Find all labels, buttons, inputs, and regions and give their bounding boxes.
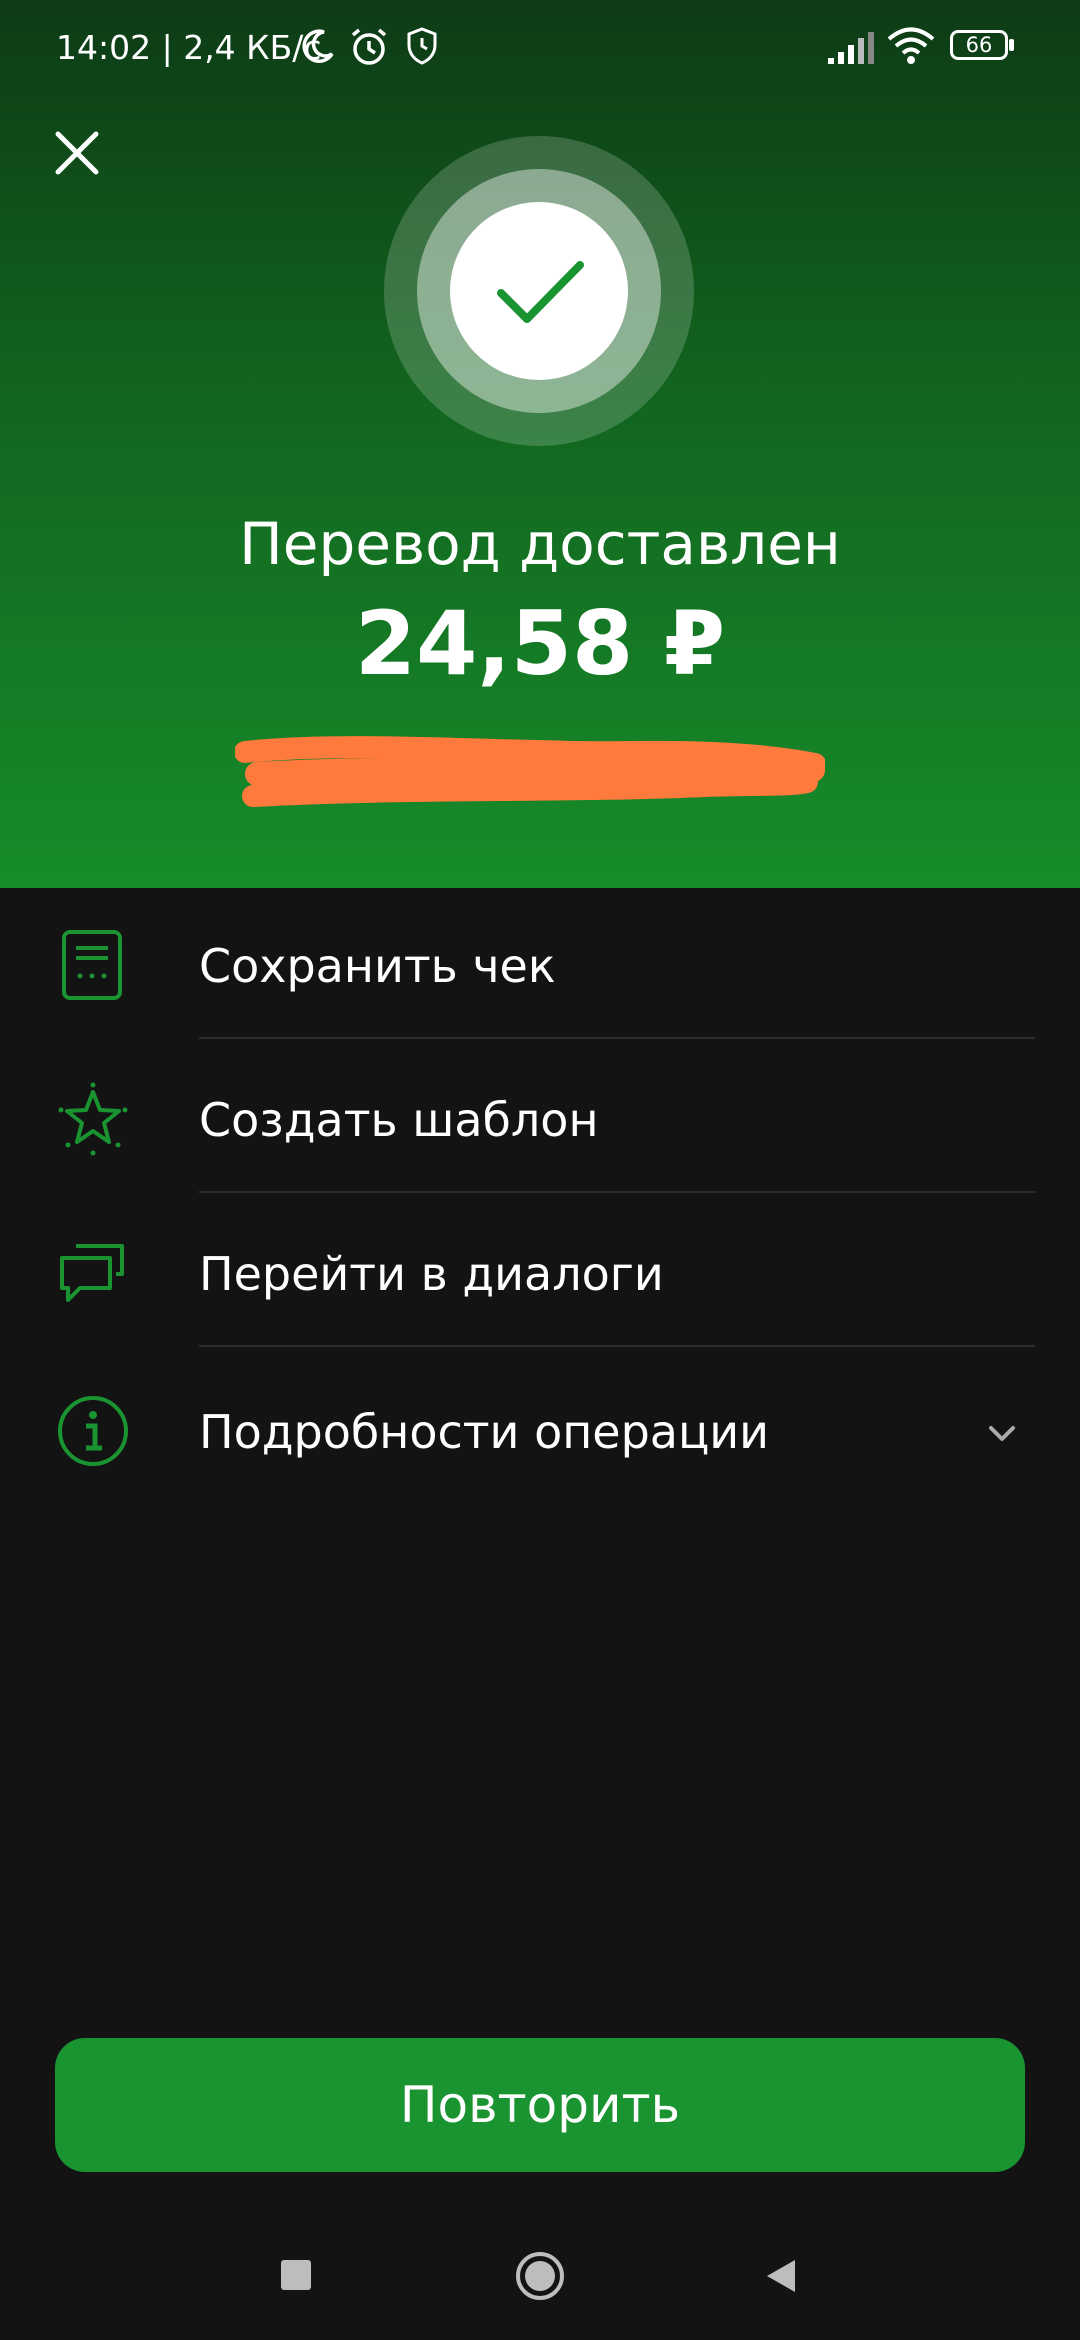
- operation-details-action[interactable]: Подробности операции: [0, 1354, 1080, 1508]
- star-icon: [58, 1082, 128, 1156]
- wifi-icon: [887, 27, 935, 64]
- create-template-label: Создать шаблон: [199, 1093, 599, 1147]
- go-to-dialogs-action[interactable]: Перейти в диалоги: [0, 1196, 1080, 1350]
- transfer-amount: 24,58 ₽: [354, 592, 726, 695]
- system-nav-bar: [0, 2210, 1080, 2340]
- success-header: 14:02 | 2,4 КБ/с 66 Перевод доставлен 24…: [0, 0, 1080, 888]
- transfer-status-title: Перевод доставлен: [239, 510, 841, 578]
- info-icon: [58, 1396, 128, 1466]
- repeat-button[interactable]: Повторить: [55, 2038, 1025, 2172]
- signal-icon: [828, 32, 874, 64]
- receipt-icon: [62, 930, 122, 1000]
- battery-icon: 66: [950, 30, 1014, 64]
- success-check-icon: [384, 136, 694, 446]
- save-receipt-action[interactable]: Сохранить чек: [0, 888, 1080, 1042]
- close-icon[interactable]: [50, 126, 104, 180]
- chevron-down-icon[interactable]: [985, 1416, 1019, 1450]
- operation-details-label: Подробности операции: [199, 1405, 770, 1459]
- divider: [199, 1191, 1035, 1193]
- recent-apps-icon[interactable]: [279, 2258, 313, 2292]
- status-time-speed: 14:02 | 2,4 КБ/с: [56, 28, 322, 67]
- battery-level: 66: [965, 33, 993, 57]
- home-icon[interactable]: [514, 2250, 566, 2302]
- divider: [199, 1037, 1035, 1039]
- create-template-action[interactable]: Создать шаблон: [0, 1042, 1080, 1196]
- save-receipt-label: Сохранить чек: [199, 939, 556, 993]
- divider: [199, 1345, 1035, 1347]
- moon-icon: [302, 29, 334, 63]
- go-to-dialogs-label: Перейти в диалоги: [199, 1247, 664, 1301]
- chat-icon: [60, 1244, 124, 1302]
- recipient-redacted: [235, 736, 825, 807]
- back-icon[interactable]: [761, 2256, 799, 2296]
- status-bar: 14:02 | 2,4 КБ/с 66: [0, 0, 1080, 96]
- alarm-icon: [351, 28, 387, 65]
- shield-icon: [407, 27, 437, 65]
